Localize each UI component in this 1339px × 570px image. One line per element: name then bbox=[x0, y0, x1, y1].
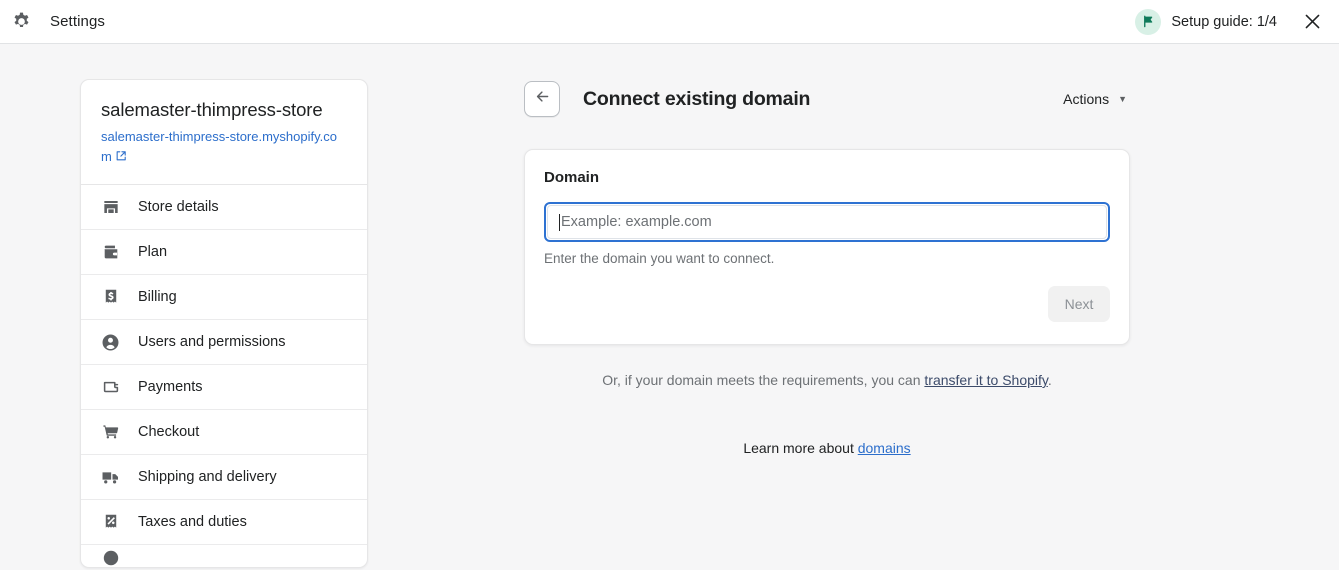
store-url-text: salemaster-thimpress-store.myshopify.com bbox=[101, 129, 337, 164]
sidebar-item-payments[interactable]: Payments bbox=[81, 365, 367, 411]
transfer-note: Or, if your domain meets the requirement… bbox=[524, 372, 1130, 388]
storefront-icon bbox=[101, 198, 120, 217]
domains-link[interactable]: domains bbox=[858, 440, 911, 456]
sidebar-item-label: Billing bbox=[138, 289, 177, 306]
sidebar-item-label: Checkout bbox=[138, 424, 200, 441]
transfer-note-suffix: . bbox=[1047, 372, 1052, 388]
sidebar-item-label: Payments bbox=[138, 379, 203, 396]
sidebar-item-taxes-and-duties[interactable]: Taxes and duties bbox=[81, 500, 367, 546]
store-name: salemaster-thimpress-store bbox=[101, 99, 323, 120]
top-bar-right: Setup guide: 1/4 bbox=[1135, 8, 1325, 35]
sidebar-item-label: Shipping and delivery bbox=[138, 469, 277, 486]
main-header: Connect existing domain Actions ▼ bbox=[524, 79, 1130, 119]
domain-help-text: Enter the domain you want to connect. bbox=[544, 251, 775, 266]
person-icon bbox=[101, 333, 120, 352]
sidebar-item-checkout[interactable]: Checkout bbox=[81, 410, 367, 456]
delivery-truck-icon bbox=[101, 468, 120, 487]
close-icon[interactable] bbox=[1299, 9, 1325, 35]
credit-card-icon bbox=[101, 378, 120, 397]
back-button[interactable] bbox=[524, 81, 560, 117]
page-title: Connect existing domain bbox=[583, 87, 811, 110]
sidebar-item-users-and-permissions[interactable]: Users and permissions bbox=[81, 320, 367, 366]
learn-more-prefix: Learn more about bbox=[743, 440, 858, 456]
learn-more-note: Learn more about domains bbox=[524, 440, 1130, 456]
app-title: Settings bbox=[50, 13, 105, 30]
shopping-cart-icon bbox=[101, 423, 120, 442]
domain-card-footer: Next bbox=[544, 286, 1110, 322]
transfer-note-prefix: Or, if your domain meets the requirement… bbox=[602, 372, 925, 388]
receipt-percent-icon bbox=[101, 513, 120, 532]
external-link-icon bbox=[115, 148, 127, 168]
receipt-dollar-icon bbox=[101, 288, 120, 307]
store-url-link[interactable]: salemaster-thimpress-store.myshopify.com bbox=[101, 127, 347, 167]
store-info-block: salemaster-thimpress-store salemaster-th… bbox=[81, 80, 367, 186]
sidebar-item-partial[interactable] bbox=[81, 545, 367, 567]
wallet-icon bbox=[101, 243, 120, 262]
transfer-to-shopify-link[interactable]: transfer it to Shopify bbox=[924, 372, 1047, 388]
setup-guide-button[interactable]: Setup guide: 1/4 bbox=[1135, 8, 1277, 35]
setup-guide-label: Setup guide: 1/4 bbox=[1171, 13, 1277, 30]
settings-sidebar: salemaster-thimpress-store salemaster-th… bbox=[80, 79, 368, 569]
gear-icon bbox=[10, 11, 32, 33]
flag-icon bbox=[1135, 8, 1162, 35]
domain-input-wrapper[interactable] bbox=[547, 205, 1107, 239]
sidebar-item-shipping-and-delivery[interactable]: Shipping and delivery bbox=[81, 455, 367, 501]
top-bar: Settings Setup guide: 1/4 bbox=[0, 0, 1339, 44]
sidebar-item-label: Store details bbox=[138, 199, 219, 216]
next-button[interactable]: Next bbox=[1048, 286, 1110, 322]
page-body: salemaster-thimpress-store salemaster-th… bbox=[0, 44, 1339, 570]
circle-icon bbox=[101, 548, 120, 567]
sidebar-item-plan[interactable]: Plan bbox=[81, 230, 367, 276]
chevron-down-icon: ▼ bbox=[1118, 93, 1127, 104]
main-content: Connect existing domain Actions ▼ Domain… bbox=[524, 79, 1130, 456]
sidebar-item-label: Taxes and duties bbox=[138, 514, 247, 531]
sidebar-item-billing[interactable]: Billing bbox=[81, 275, 367, 321]
sidebar-item-store-details[interactable]: Store details bbox=[81, 185, 367, 231]
arrow-left-icon bbox=[534, 88, 551, 110]
sidebar-item-label: Users and permissions bbox=[138, 334, 286, 351]
domain-card-title: Domain bbox=[544, 169, 600, 186]
domain-card: Domain Enter the domain you want to conn… bbox=[524, 149, 1130, 345]
actions-button[interactable]: Actions ▼ bbox=[1060, 86, 1130, 112]
actions-label: Actions bbox=[1063, 91, 1110, 107]
domain-input-focus-ring bbox=[544, 202, 1110, 242]
domain-input[interactable] bbox=[560, 206, 1106, 238]
sidebar-item-label: Plan bbox=[138, 244, 168, 261]
top-bar-left: Settings bbox=[10, 11, 105, 33]
